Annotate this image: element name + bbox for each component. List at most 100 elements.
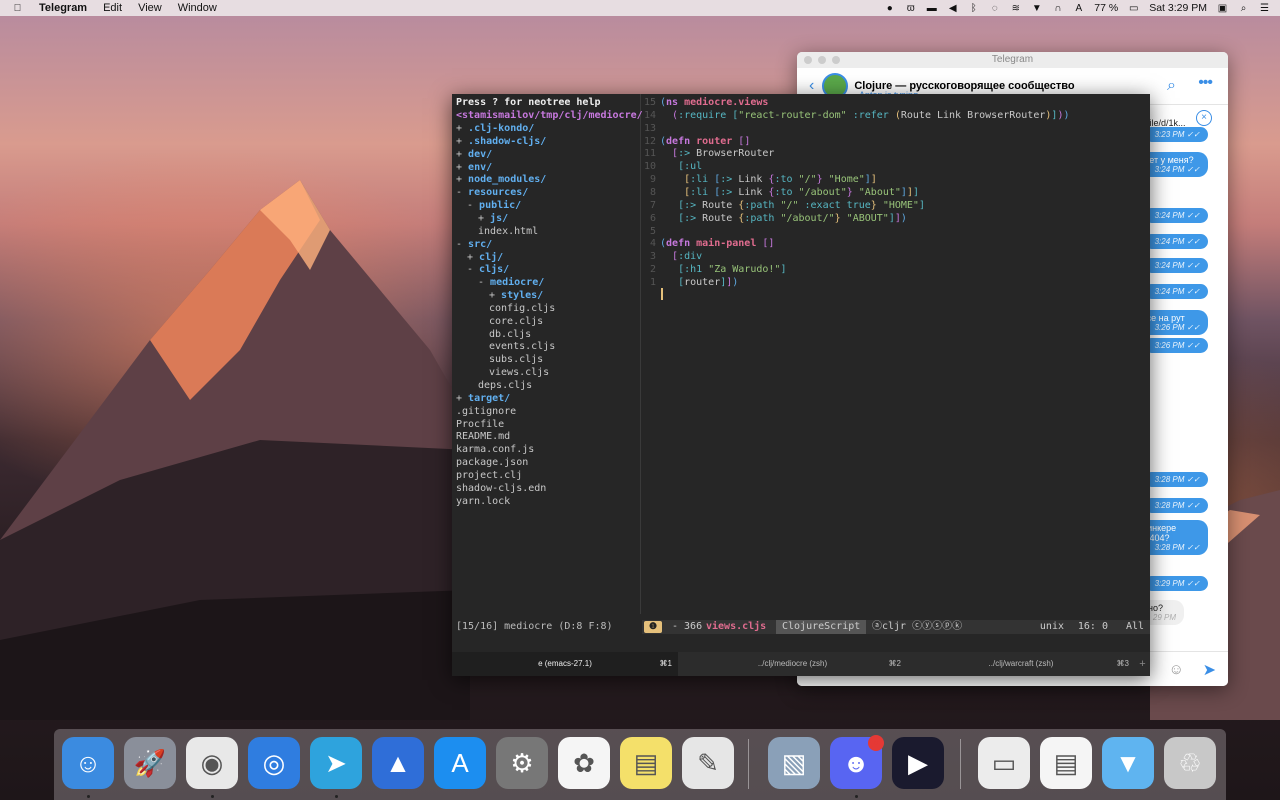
launchpad-icon[interactable]: 🚀: [124, 737, 176, 789]
safari-icon[interactable]: ◎: [248, 737, 300, 789]
neotree-root[interactable]: <stamismailov/tmp/clj/mediocre/: [456, 109, 643, 122]
sticker-icon[interactable]: ☺: [1169, 661, 1184, 678]
chrome-icon[interactable]: ◉: [186, 737, 238, 789]
spotlight-icon[interactable]: ⌕: [1238, 3, 1249, 14]
back-icon[interactable]: ‹: [809, 77, 814, 95]
telegram-icon[interactable]: ➤: [310, 737, 362, 789]
apple-icon[interactable]: : [12, 3, 23, 14]
neotree-dir[interactable]: + node_modules/: [456, 173, 546, 186]
send-icon[interactable]: ➤: [1203, 660, 1216, 680]
neotree-dir[interactable]: + target/: [456, 392, 510, 405]
close-window-button[interactable]: [804, 56, 812, 64]
infuse-icon[interactable]: ▶: [892, 737, 944, 789]
message-bubble[interactable]: 3:28 PM ✓✓: [1144, 498, 1208, 513]
neotree-dir[interactable]: - src/: [456, 238, 492, 251]
neotree-dir[interactable]: - mediocre/: [456, 276, 544, 289]
wifi-icon[interactable]: ≋: [1010, 3, 1021, 14]
message-bubble[interactable]: 3:24 PM ✓✓: [1144, 284, 1208, 299]
downloads-folder-icon[interactable]: ▼: [1102, 737, 1154, 789]
neotree-file[interactable]: yarn.lock: [456, 495, 510, 508]
screenshot-icon[interactable]: ▭: [978, 737, 1030, 789]
neotree-file[interactable]: Procfile: [456, 418, 504, 431]
neotree-file[interactable]: db.cljs: [456, 328, 531, 341]
tab-emacs[interactable]: e (emacs-27.1) ⌘1: [452, 652, 678, 676]
more-icon[interactable]: •••: [1198, 74, 1213, 92]
neotree-file[interactable]: core.cljs: [456, 315, 543, 328]
neotree-dir[interactable]: - public/: [456, 199, 521, 212]
document-icon[interactable]: ▤: [1040, 737, 1092, 789]
neotree-file[interactable]: shadow-cljs.edn: [456, 482, 546, 495]
finder-icon[interactable]: ☺: [62, 737, 114, 789]
clock[interactable]: Sat 3:29 PM: [1149, 2, 1207, 14]
neotree-dir[interactable]: + dev/: [456, 148, 492, 161]
message-bubble[interactable]: 3:28 PM ✓✓: [1144, 472, 1208, 487]
neotree-dir[interactable]: + styles/: [456, 289, 543, 302]
battery-percent[interactable]: 77 %: [1094, 2, 1118, 14]
neotree-dir[interactable]: + clj/: [456, 251, 503, 264]
neotree-file[interactable]: config.cljs: [456, 302, 555, 315]
battery-icon[interactable]: ▭: [1128, 3, 1139, 14]
menu-edit[interactable]: Edit: [103, 2, 122, 14]
tab-label: ../clj/warcraft (zsh): [988, 659, 1054, 668]
neotree-file[interactable]: README.md: [456, 430, 510, 443]
neotree-dir[interactable]: - resources/: [456, 186, 528, 199]
message-bubble[interactable]: 3:24 PM ✓✓: [1144, 258, 1208, 273]
neotree-file[interactable]: project.clj: [456, 469, 522, 482]
display-icon[interactable]: ▬: [926, 3, 937, 14]
zoom-window-button[interactable]: [832, 56, 840, 64]
neotree-dir[interactable]: + js/: [456, 212, 508, 225]
tab-mediocre-zsh[interactable]: ../clj/mediocre (zsh) ⌘2: [678, 652, 907, 676]
menu-window[interactable]: Window: [178, 2, 217, 14]
sync-icon[interactable]: ◌: [989, 3, 1000, 14]
neotree-file[interactable]: package.json: [456, 456, 528, 469]
code-token: "Home": [822, 174, 865, 186]
shield-icon[interactable]: ▼: [1031, 3, 1042, 14]
photos-icon[interactable]: ✿: [558, 737, 610, 789]
system-preferences-icon[interactable]: ⚙: [496, 737, 548, 789]
code-editor[interactable]: 15 (ns mediocre.views 14 (:require ["react…: [642, 94, 1150, 614]
input-source-icon[interactable]: A: [1073, 3, 1084, 14]
code-token: :>: [684, 212, 703, 224]
neotree-file[interactable]: karma.conf.js: [456, 443, 534, 456]
volume-icon[interactable]: ◀: [947, 3, 958, 14]
lastpass-icon[interactable]: ϖ: [905, 3, 916, 14]
entry-name: deps.cljs: [478, 380, 533, 391]
neotree-file[interactable]: events.cljs: [456, 340, 555, 353]
bluetooth-icon[interactable]: ᛒ: [968, 3, 979, 14]
message-bubble[interactable]: 3:29 PM ✓✓: [1144, 576, 1208, 591]
preview-icon[interactable]: ▧: [768, 737, 820, 789]
record-icon[interactable]: ●: [884, 3, 895, 14]
app-store-icon[interactable]: A: [434, 737, 486, 789]
user-icon[interactable]: ▣: [1217, 3, 1228, 14]
message-bubble[interactable]: 3:24 PM ✓✓: [1144, 208, 1208, 223]
tab-warcraft-zsh[interactable]: ../clj/warcraft (zsh) ⌘3: [907, 652, 1135, 676]
close-icon[interactable]: ×: [1196, 110, 1212, 126]
menu-view[interactable]: View: [138, 2, 162, 14]
trash-icon[interactable]: ♲: [1164, 737, 1216, 789]
spark-icon[interactable]: ▲: [372, 737, 424, 789]
menu-app-name[interactable]: Telegram: [39, 2, 87, 14]
message-bubble[interactable]: 3:23 PM ✓✓: [1144, 127, 1208, 142]
neotree-file[interactable]: deps.cljs: [456, 379, 532, 392]
notes-icon[interactable]: ▤: [620, 737, 672, 789]
neotree-dir[interactable]: + .shadow-cljs/: [456, 135, 546, 148]
minimize-window-button[interactable]: [818, 56, 826, 64]
neotree-file[interactable]: subs.cljs: [456, 353, 543, 366]
code-token: ): [1063, 109, 1070, 121]
neotree-file[interactable]: views.cljs: [456, 366, 549, 379]
neotree-dir[interactable]: + .clj-kondo/: [456, 122, 534, 135]
neotree-file[interactable]: index.html: [456, 225, 538, 238]
pixelmator-icon[interactable]: ✎: [682, 737, 734, 789]
new-tab-icon[interactable]: +: [1135, 652, 1150, 676]
notification-center-icon[interactable]: ☰: [1259, 3, 1270, 14]
message-bubble[interactable]: 3:26 PM ✓✓: [1144, 338, 1208, 353]
neotree-dir[interactable]: + env/: [456, 161, 492, 174]
search-icon[interactable]: ⌕: [1167, 77, 1176, 95]
headphones-icon[interactable]: ∩: [1052, 3, 1063, 14]
neotree-file[interactable]: .gitignore: [456, 405, 516, 418]
neotree-dir[interactable]: - cljs/: [456, 263, 509, 276]
modeline-major-mode[interactable]: ClojureScript: [776, 620, 867, 634]
message-bubble[interactable]: 3:24 PM ✓✓: [1144, 234, 1208, 249]
